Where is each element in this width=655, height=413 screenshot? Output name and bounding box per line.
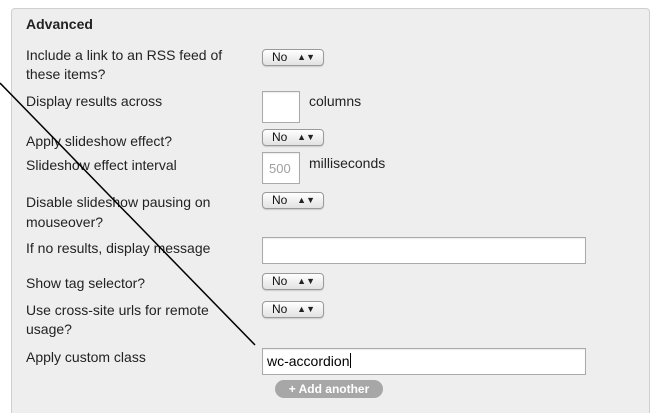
rss-link-label-line1: Include a link to an RSS feed of <box>26 47 223 63</box>
disable-pause-label-line2: mouseover? <box>26 214 104 230</box>
add-another-button[interactable]: + Add another <box>275 380 383 398</box>
slideshow-select[interactable]: No ▲▼ <box>262 129 324 146</box>
disable-pause-select-value: No <box>272 193 288 207</box>
slideshow-label: Apply slideshow effect? <box>26 133 173 149</box>
results-across-label: Display results across <box>26 93 163 109</box>
custom-class-value: wc-accordion <box>267 353 350 369</box>
cross-site-label-line2: usage? <box>26 321 72 337</box>
disable-pause-label-line1: Disable slideshow pausing on <box>26 194 211 210</box>
text-caret <box>350 353 352 368</box>
slideshow-interval-input[interactable]: 500 <box>262 152 300 184</box>
cross-site-select[interactable]: No ▲▼ <box>262 301 324 318</box>
custom-class-label: Apply custom class <box>26 349 146 365</box>
updown-arrows-icon: ▲▼ <box>297 52 315 62</box>
tag-selector-label: Show tag selector? <box>26 275 146 291</box>
slideshow-interval-label: Slideshow effect interval <box>26 157 177 173</box>
rss-link-label-line2: these items? <box>26 66 106 82</box>
updown-arrows-icon: ▲▼ <box>297 304 315 314</box>
rss-link-select[interactable]: No ▲▼ <box>262 49 324 66</box>
section-title: Advanced <box>26 16 93 32</box>
rss-link-select-value: No <box>272 50 288 64</box>
slideshow-select-value: No <box>272 130 288 144</box>
cross-site-label-line1: Use cross-site urls for remote <box>26 302 209 318</box>
slideshow-interval-unit: milliseconds <box>309 155 386 171</box>
results-across-input[interactable] <box>262 91 300 123</box>
cross-site-select-value: No <box>272 302 288 316</box>
tag-selector-select-value: No <box>272 274 288 288</box>
disable-pause-select[interactable]: No ▲▼ <box>262 192 324 209</box>
custom-class-input[interactable]: wc-accordion <box>262 348 586 375</box>
updown-arrows-icon: ▲▼ <box>297 195 315 205</box>
no-results-label: If no results, display message <box>26 240 211 256</box>
tag-selector-select[interactable]: No ▲▼ <box>262 273 324 290</box>
results-across-unit: columns <box>309 93 362 109</box>
updown-arrows-icon: ▲▼ <box>297 276 315 286</box>
updown-arrows-icon: ▲▼ <box>297 132 315 142</box>
no-results-message-input[interactable] <box>262 237 586 264</box>
